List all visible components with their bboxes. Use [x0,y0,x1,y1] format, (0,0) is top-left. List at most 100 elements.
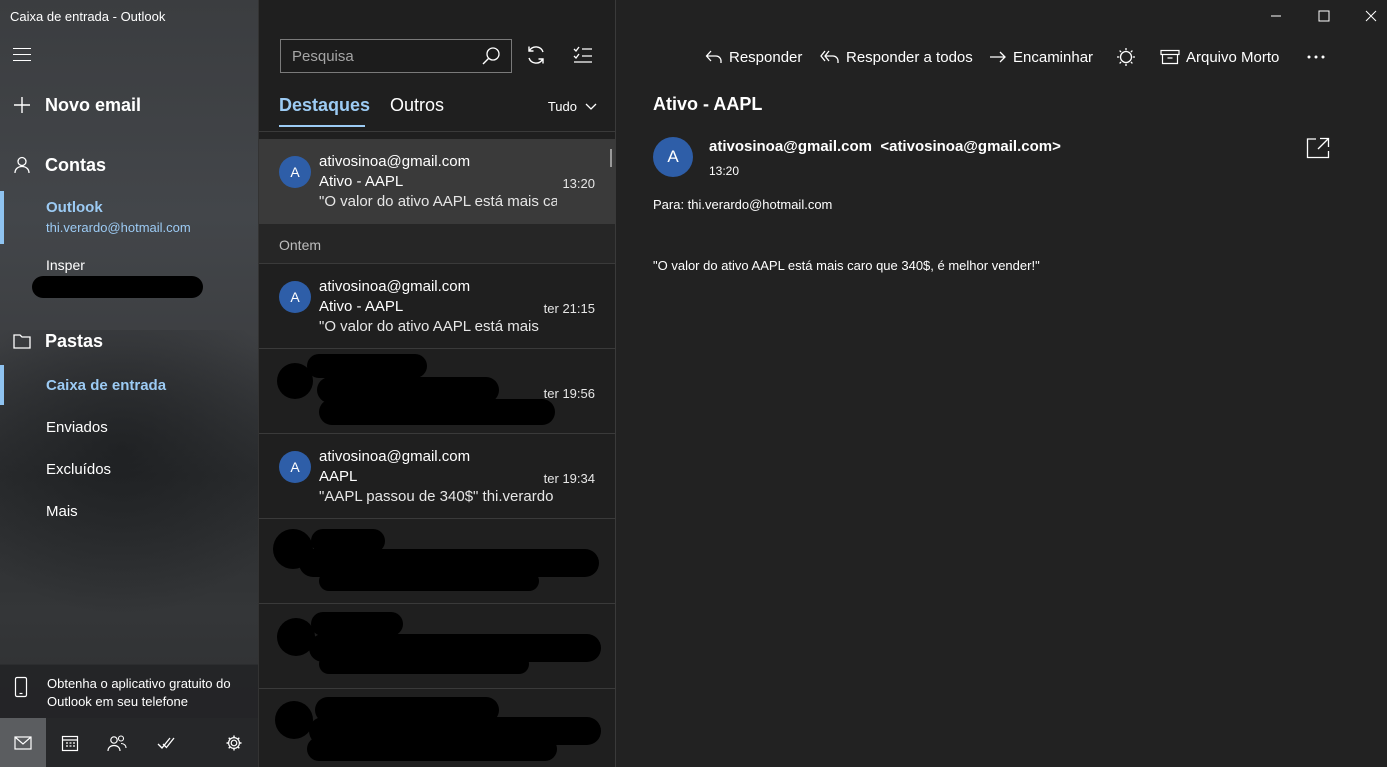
reply-icon [705,50,722,63]
settings-button[interactable] [211,718,257,767]
account-email: thi.verardo@hotmail.com [46,220,191,235]
avatar: A [279,281,311,313]
redaction-mark [32,276,203,298]
folders-label: Pastas [45,330,104,351]
filter-dropdown[interactable]: Tudo [548,99,597,114]
redaction-mark [319,654,529,674]
reply-all-icon [820,50,839,63]
email-subject: Ativo - AAPL [653,94,763,114]
message-item[interactable] [259,604,615,689]
message-preview: "AAPL passou de 340$" thi.verardo [319,488,554,505]
avatar: A [279,156,311,188]
message-item[interactable] [259,519,615,604]
reading-pane: Responder Responder a todos Encaminhar A… [616,0,1387,767]
mobile-app-promo[interactable]: Obtenha o aplicativo gratuito do Outlook… [0,664,258,718]
sender-avatar: A [653,137,693,177]
message-subject: Ativo - AAPL [319,173,404,190]
divider [259,131,615,132]
redaction-mark [311,612,403,636]
sync-icon[interactable] [525,44,547,66]
calendar-icon [61,735,79,751]
archive-label: Arquivo Morto [1186,48,1280,66]
maximize-icon[interactable] [1316,8,1332,24]
redaction-mark [275,701,313,739]
message-time: ter 19:56 [543,386,595,401]
message-sender: ativosinoa@gmail.com [319,153,471,170]
tab-focused[interactable]: Destaques [279,95,370,116]
phone-icon [14,676,28,698]
mail-app-button[interactable] [0,718,46,767]
message-item[interactable]: A ativosinoa@gmail.com Ativo - AAPL "O v… [259,139,615,224]
gear-icon [226,735,242,750]
email-sender[interactable]: ativosinoa@gmail.com <ativosinoa@gmail.c… [709,138,1061,155]
reply-all-label: Responder a todos [846,48,973,66]
double-check-icon [157,737,175,749]
hamburger-menu-icon[interactable] [13,48,31,62]
message-item[interactable]: ter 19:56 [259,349,615,434]
people-icon [107,734,127,751]
message-sender: ativosinoa@gmail.com [319,278,471,295]
mail-icon [14,735,32,750]
redaction-mark [319,571,539,591]
calendar-app-button[interactable] [47,718,93,767]
folder-item-inbox[interactable]: Caixa de entrada [46,377,166,394]
reply-all-button[interactable]: Responder a todos [820,46,973,68]
navigation-pane: Caixa de entrada - Outlook Novo email Co… [0,0,258,767]
people-app-button[interactable] [94,718,140,767]
todo-app-button[interactable] [143,718,189,767]
avatar: A [279,451,311,483]
plus-icon [14,97,30,113]
tab-selected-underline [279,125,365,127]
account-name: Outlook [46,199,103,216]
tab-other[interactable]: Outros [390,95,444,116]
inbox-tabs: Destaques Outros Tudo [259,95,615,127]
redaction-mark [319,399,555,425]
date-group-header: Ontem [259,224,615,264]
reply-label: Responder [729,48,803,66]
promo-text: Obtenha o aplicativo gratuito do Outlook… [47,676,231,709]
open-in-new-window-icon[interactable] [1306,137,1330,159]
message-time: 13:20 [562,176,595,191]
accounts-label: Contas [45,154,107,175]
filter-label: Tudo [547,99,577,114]
sun-icon [1117,48,1135,66]
folder-item-sent[interactable]: Enviados [46,419,108,436]
minimize-icon[interactable] [1268,8,1284,24]
folder-item-more[interactable]: Mais [46,503,78,520]
message-preview: "O valor do ativo AAPL está mais [319,318,539,335]
selected-indicator [0,191,4,244]
folder-item-deleted[interactable]: Excluídos [46,461,111,478]
search-box[interactable]: Pesquisa [280,39,512,73]
folders-header[interactable]: Pastas [0,329,258,353]
message-item[interactable]: A ativosinoa@gmail.com AAPL "AAPL passou… [259,434,615,519]
search-icon[interactable] [481,46,501,66]
person-icon [14,156,30,174]
archive-button[interactable]: Arquivo Morto [1160,46,1279,68]
message-subject: AAPL [319,468,358,485]
chevron-down-icon [585,103,597,110]
search-input[interactable]: Pesquisa [292,48,354,65]
email-recipients: Para: thi.verardo@hotmail.com [653,197,833,212]
message-item[interactable]: A ativosinoa@gmail.com Ativo - AAPL "O v… [259,264,615,349]
more-options-button[interactable] [1306,46,1326,68]
selection-mode-icon[interactable] [572,44,594,66]
date-group-label: Ontem [279,237,322,253]
forward-button[interactable]: Encaminhar [989,46,1093,68]
close-icon[interactable] [1363,8,1379,24]
redaction-mark [307,737,557,761]
arrow-right-icon [990,51,1006,63]
message-item[interactable] [259,689,615,767]
accounts-header[interactable]: Contas [0,153,258,177]
account-name: Insper [46,257,85,273]
email-time: 13:20 [709,164,740,178]
theme-toggle-button[interactable] [1116,46,1136,68]
folder-icon [13,334,31,349]
new-mail-button[interactable]: Novo email [0,93,258,117]
background-image [0,330,258,630]
new-mail-label: Novo email [45,94,142,115]
reply-button[interactable]: Responder [705,46,802,68]
scrollbar[interactable] [610,149,612,167]
message-time: ter 21:15 [543,301,595,316]
window-title: Caixa de entrada - Outlook [10,9,166,24]
message-preview: "O valor do ativo AAPL está mais caro [319,193,557,210]
